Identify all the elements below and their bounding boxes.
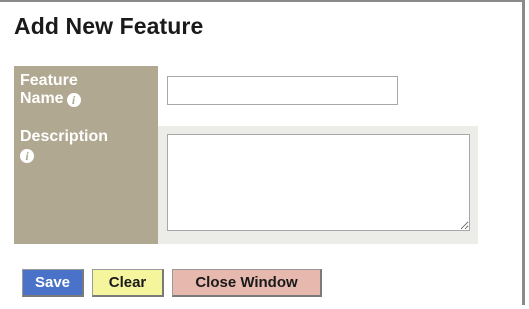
close-window-button[interactable]: Close Window: [172, 269, 322, 297]
feature-name-field-cell: [158, 66, 478, 126]
save-button[interactable]: Save: [22, 269, 84, 297]
feature-name-row: Feature Name i: [14, 66, 478, 126]
feature-name-label: Feature Name i: [14, 66, 158, 126]
clear-button[interactable]: Clear: [92, 269, 164, 297]
page-title: Add New Feature: [14, 13, 204, 39]
description-label-text: Description: [20, 128, 109, 145]
feature-name-label-line1: Feature: [20, 72, 78, 89]
info-icon[interactable]: i: [20, 149, 34, 163]
add-feature-form: Feature Name i Description i: [14, 66, 478, 244]
feature-name-label-line2: Name: [20, 90, 64, 107]
feature-name-input[interactable]: [167, 76, 398, 105]
info-icon[interactable]: i: [66, 93, 81, 107]
description-label: Description i: [14, 126, 158, 244]
description-field-cell: [158, 126, 478, 244]
description-row: Description i: [14, 126, 478, 244]
description-textarea[interactable]: [167, 134, 470, 231]
button-bar: Save Clear Close Window: [22, 269, 322, 297]
